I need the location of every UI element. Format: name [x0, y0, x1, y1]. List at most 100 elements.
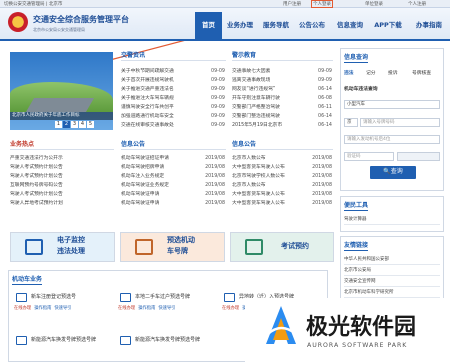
- list-item[interactable]: 北京市人数公布 2019/08: [232, 181, 332, 190]
- service-tile-exam[interactable]: 考试预约: [230, 232, 334, 262]
- item-date: 2019/08: [205, 192, 225, 197]
- engine-number-input[interactable]: 请输入发动机号后4位: [344, 135, 440, 144]
- banner-page-3[interactable]: 3: [71, 121, 78, 128]
- list-item[interactable]: 交通在线审核交通事故处 09-09: [121, 121, 225, 130]
- list-item[interactable]: 关于首次开展违规驾驶机 09-09: [121, 76, 225, 85]
- list-item[interactable]: 2015年5月19日北京市 06-14: [232, 121, 332, 130]
- list-item[interactable]: 大中型客货车驾驶人公布 2019/08: [232, 190, 332, 199]
- item-title: 关于中秋节期间疏解交通: [121, 69, 174, 74]
- list-item[interactable]: 谨慎驾驶安全行车共创平 09-09: [121, 103, 225, 112]
- list-item[interactable]: 机动车驾驶证业务规定 2019/08: [121, 181, 225, 190]
- nav-service-guide[interactable]: 服务导航: [260, 12, 292, 39]
- list-item[interactable]: 严重交通违法行为公开示: [10, 154, 114, 163]
- online-handle-link[interactable]: 在线办理: [118, 306, 135, 311]
- item-title: 2015年5月19日北京市: [232, 123, 283, 128]
- item-title: 北京市人数公布: [232, 183, 266, 188]
- traffic-news-list: 关于中秋节期间疏解交通 09-09 关于首次开展违规驾驶机 09-09 关于推进交通…: [121, 67, 225, 130]
- divider: [232, 60, 333, 61]
- list-item[interactable]: 开车守则注意车辆行驶 06-08: [232, 94, 332, 103]
- list-item[interactable]: 机动车注入业务规定 2019/08: [121, 172, 225, 181]
- item-title: 机动车驾驶证申请: [121, 201, 160, 206]
- quick-link[interactable]: 快速导引: [54, 306, 71, 311]
- item-date: 09-09: [211, 69, 225, 74]
- plate-prefix-select[interactable]: 京: [344, 118, 358, 127]
- list-item[interactable]: 关于推进注大车驾车辆规 09-09: [121, 94, 225, 103]
- captcha-image[interactable]: [397, 152, 440, 161]
- friendly-link[interactable]: 北京市公安局: [344, 266, 440, 276]
- item-title: 交警部门整治违规驾驶: [232, 114, 280, 119]
- tab-violation[interactable]: 违法: [344, 69, 354, 76]
- vehicle-service-item[interactable]: 新能源汽车换发号牌预选号牌: [118, 336, 218, 350]
- guide-link[interactable]: 操作指南: [34, 306, 51, 311]
- info-notice-list: 北京市人数公布 2019/08 大中型客货车驾驶人公布 2019/08 北京市驾驶学…: [232, 154, 332, 208]
- list-item[interactable]: 北京市人数公布 2019/08: [232, 154, 332, 163]
- item-date: 2019/08: [312, 174, 332, 179]
- list-item[interactable]: 加强道路通行机动车安全 09-09: [121, 112, 225, 121]
- watermark-title: 极光软件园: [306, 315, 417, 340]
- list-item[interactable]: 机动车驾驶招牌申请 2019/08: [121, 163, 225, 172]
- search-icon: 🔍: [383, 168, 391, 175]
- list-item[interactable]: 驾驶人考试预约计划公告: [10, 163, 114, 172]
- list-item[interactable]: 交通事故七大因素 09-09: [232, 67, 332, 76]
- banner-page-1[interactable]: 1: [55, 121, 62, 128]
- list-item[interactable]: 关于中秋节期间疏解交通 09-09: [121, 67, 225, 76]
- list-item[interactable]: 关于推进交通严重违法名 09-09: [121, 85, 225, 94]
- nav-guide[interactable]: 办事指南: [410, 12, 448, 39]
- list-item[interactable]: 交警部门严格整治驾驶 06-11: [232, 103, 332, 112]
- license-plate-icon: [135, 239, 153, 255]
- friendly-links-title: 友情链接: [344, 242, 369, 251]
- tab-points[interactable]: 记分: [366, 69, 376, 76]
- service-tile-plate-preselect[interactable]: 预选机动 车号牌: [120, 232, 225, 262]
- news-banner-image[interactable]: 北京市人民政府关于年底工作目标: [10, 52, 113, 130]
- vehicle-service-item[interactable]: 新能源汽车换发号牌预选号牌: [14, 336, 114, 350]
- list-item[interactable]: 驾驶人异地考试预约计划: [10, 199, 114, 208]
- nav-app-download[interactable]: APP下载: [371, 12, 405, 39]
- divider: [232, 149, 333, 150]
- tab-plate-check[interactable]: 号牌核查: [412, 69, 431, 76]
- list-item[interactable]: 大中型客货车驾驶人公布 2019/08: [232, 199, 332, 208]
- item-title: 北京市人数公布: [232, 156, 266, 161]
- list-item[interactable]: 北京市驾驶学校人数公布 2019/08: [232, 172, 332, 181]
- vehicle-service-item[interactable]: 本地二手车过户预选号牌 在线办理 操作指南 快速导引: [118, 293, 218, 315]
- vehicle-service-item[interactable]: 新车注册登记预选号 在线办理 操作指南 快速导引: [14, 293, 114, 315]
- item-date: 09-09: [211, 114, 225, 119]
- query-button[interactable]: 🔍查询: [370, 166, 416, 179]
- list-item[interactable]: 机动车驾驶证申请 2019/08: [121, 199, 225, 208]
- tab-complaint[interactable]: 投诉: [388, 69, 398, 76]
- friendly-link[interactable]: 中华人民共和国公安部: [344, 255, 440, 265]
- tool-calculator-link[interactable]: 驾驶计算器: [344, 215, 440, 225]
- list-item[interactable]: 驾驶人考试预约计划公告: [10, 190, 114, 199]
- list-item[interactable]: 网友谈“进行违规驾” 06-14: [232, 85, 332, 94]
- guide-link[interactable]: 操作指南: [138, 306, 155, 311]
- list-item[interactable]: 逃离交通事故现场 09-09: [232, 76, 332, 85]
- banner-page-2[interactable]: 2: [63, 121, 70, 128]
- captcha-input[interactable]: 验证码: [344, 152, 394, 161]
- vehicle-business-title[interactable]: 机动车业务: [12, 274, 43, 285]
- nav-business[interactable]: 业务办理: [224, 12, 256, 39]
- list-item[interactable]: 交警部门整治违规驾驶 06-14: [232, 112, 332, 121]
- nav-home[interactable]: 首页: [195, 12, 222, 39]
- friendly-link[interactable]: 交通安全宣传网: [344, 277, 440, 287]
- online-handle-link[interactable]: 在线办理: [222, 306, 239, 311]
- service-label: 违法处理: [57, 247, 85, 255]
- item-title: 加强道路通行机动车安全: [121, 114, 174, 119]
- service-tile-e-monitor[interactable]: 电子监控 违法处理: [10, 232, 115, 262]
- service-actions: 在线办理操作指南快速导引: [14, 305, 75, 311]
- vehicle-type-select[interactable]: 小型汽车: [344, 100, 440, 109]
- nav-announcements[interactable]: 公告公布: [295, 12, 329, 39]
- banner-page-4[interactable]: 4: [79, 121, 86, 128]
- banner-page-5[interactable]: 5: [87, 121, 94, 128]
- item-date: 2019/08: [312, 192, 332, 197]
- list-item[interactable]: 驾驶人考试预约计划公告: [10, 172, 114, 181]
- list-item[interactable]: 机动车驾驶证招证申请 2019/08: [121, 154, 225, 163]
- page: 切换公安交通管理局 | 北京市 用户注册 个人登录 单位登录 个人注册 交通安全…: [0, 0, 450, 362]
- friendly-link[interactable]: 北京市机动车科学研究所: [344, 288, 440, 298]
- list-item[interactable]: 互联网预约号牌号码公告: [10, 181, 114, 190]
- quick-link[interactable]: 快速导引: [158, 306, 175, 311]
- online-handle-link[interactable]: 在线办理: [14, 306, 31, 311]
- list-item[interactable]: 机动车驾驶证申请 2019/08: [121, 190, 225, 199]
- list-item[interactable]: 大中型客货车驾驶人公布 2019/08: [232, 163, 332, 172]
- plate-number-input[interactable]: 请输入号牌号码: [360, 118, 440, 127]
- item-date: 09-09: [318, 69, 332, 74]
- nav-info-query[interactable]: 信息查询: [333, 12, 367, 39]
